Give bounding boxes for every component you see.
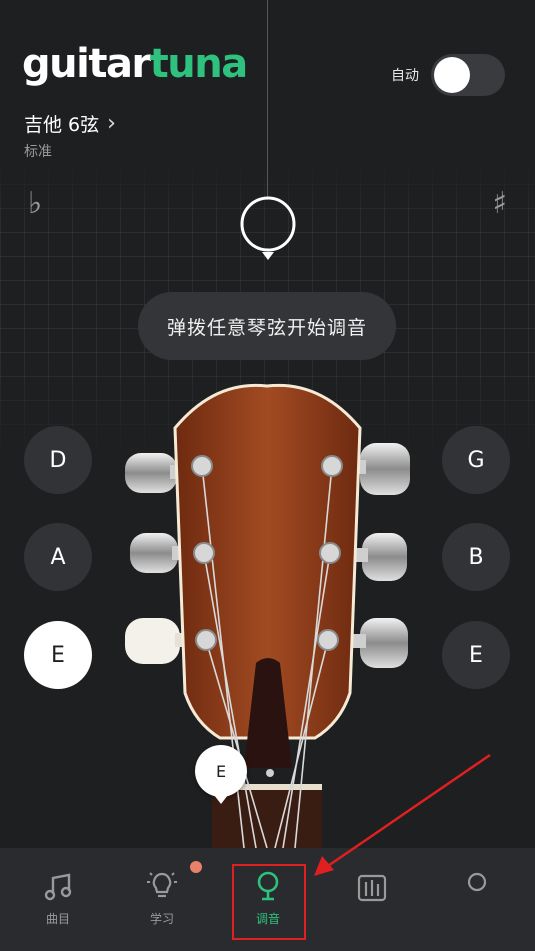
flat-icon: ♭ (28, 186, 43, 221)
instrument-name: 吉他 6弦 (24, 114, 100, 136)
tuner-peg-right-3 (348, 618, 408, 668)
tab-songs-label: 曲目 (45, 912, 70, 926)
string-button-low-e[interactable]: E (24, 621, 92, 689)
tab-learn-label: 学习 (149, 912, 174, 926)
notification-badge (190, 861, 202, 873)
logo-part-guitar: guitar (22, 41, 151, 87)
lightbulb-icon (147, 872, 177, 898)
tuner-peg-right-2 (350, 533, 407, 581)
logo-part-tuna: tuna (149, 41, 249, 87)
pluck-hint-bubble: 弹拨任意琴弦开始调音 (138, 292, 396, 360)
pitch-center-line (267, 0, 268, 200)
chevron-right-icon: › (107, 111, 116, 136)
auto-mode-label: 自动 (391, 68, 419, 84)
string-button-d[interactable]: D (24, 426, 92, 494)
detected-note-bubble: E (195, 745, 247, 804)
string-button-b[interactable]: B (442, 523, 510, 591)
sharp-icon: ♯ (492, 186, 507, 221)
toggle-knob (434, 57, 470, 93)
pitch-needle-icon (240, 196, 296, 260)
string-button-high-e[interactable]: E (442, 621, 510, 689)
app-logo: guitartuna (22, 41, 249, 87)
annotation-highlight-box (232, 864, 306, 940)
annotation-arrow-icon (314, 753, 491, 876)
auto-mode-control: 自动 (391, 54, 505, 96)
auto-mode-toggle[interactable] (431, 54, 505, 96)
string-button-g[interactable]: G (442, 426, 510, 494)
tab-songs[interactable]: 曲目 (8, 848, 108, 948)
tuning-name: 标准 (24, 144, 52, 160)
instrument-selector[interactable]: 吉他 6弦 › (24, 110, 116, 137)
string-button-a[interactable]: A (24, 523, 92, 591)
music-note-icon (44, 873, 72, 901)
